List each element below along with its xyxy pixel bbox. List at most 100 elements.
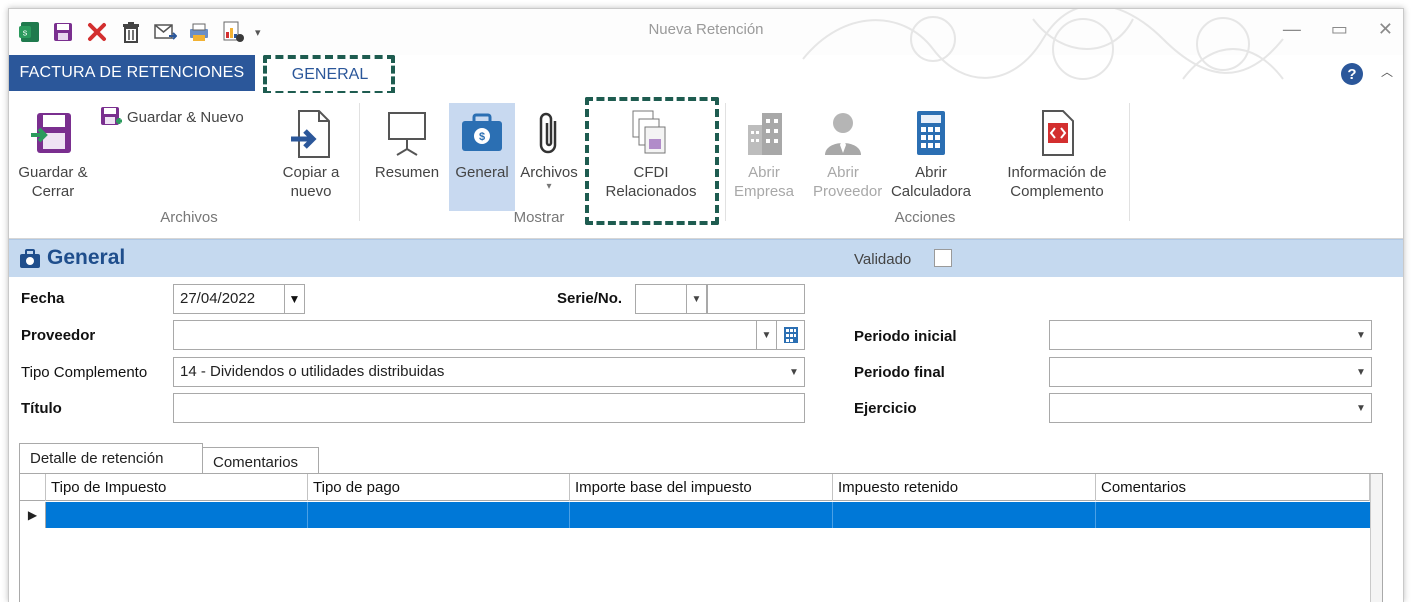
abrir-empresa-label: Abrir Empresa xyxy=(733,164,795,200)
general-section-header: General Validado xyxy=(9,239,1403,277)
fecha-value: 27/04/2022 xyxy=(180,290,256,307)
row-pointer-icon[interactable]: ▶ xyxy=(20,502,46,528)
column-tipo-pago[interactable]: Tipo de pago xyxy=(308,474,570,501)
serie-select[interactable]: ▼ xyxy=(635,284,707,314)
tipo-complemento-label: Tipo Complemento xyxy=(21,364,148,381)
group-label-acciones: Acciones xyxy=(894,209,956,226)
tab-detalle-retencion[interactable]: Detalle de retención xyxy=(19,443,203,474)
proveedor-directory-icon[interactable] xyxy=(776,321,804,349)
guardar-cerrar-button[interactable]: Guardar & Cerrar xyxy=(15,109,91,201)
copiar-nuevo-label: Copiar a nuevo xyxy=(282,164,340,200)
minimize-button[interactable]: — xyxy=(1283,19,1301,40)
abrir-proveedor-label: Abrir Proveedor xyxy=(813,164,883,200)
fecha-dropdown-icon[interactable]: ▼ xyxy=(284,285,304,313)
archivos-view-button[interactable]: Archivos ▾ xyxy=(517,109,581,192)
save-new-icon xyxy=(101,107,122,125)
periodo-final-label: Periodo final xyxy=(854,364,945,381)
window-title: Nueva Retención xyxy=(648,21,764,38)
proveedor-dropdown-icon[interactable]: ▼ xyxy=(756,321,776,349)
section-title: General xyxy=(47,246,126,269)
svg-text:$: $ xyxy=(479,131,485,143)
abrir-empresa-button[interactable]: Abrir Empresa xyxy=(729,109,799,201)
column-comentarios[interactable]: Comentarios xyxy=(1096,474,1370,501)
grid-cell[interactable] xyxy=(570,502,833,528)
grid-header: Tipo de Impuesto Tipo de pago Importe ba… xyxy=(20,474,1370,501)
general-view-button[interactable]: $ General xyxy=(449,103,515,211)
cfdi-relacionados-button[interactable]: CFDI Relacionados xyxy=(593,109,709,201)
guardar-cerrar-label: Guardar & Cerrar xyxy=(18,164,88,200)
presentation-icon xyxy=(388,112,426,156)
informacion-complemento-label: Información de Complemento xyxy=(1007,164,1107,200)
column-tipo-impuesto[interactable]: Tipo de Impuesto xyxy=(46,474,308,501)
ejercicio-dropdown-icon[interactable]: ▼ xyxy=(1351,394,1371,422)
window-controls: — ▭ ✕ xyxy=(1283,19,1393,40)
grid-cell[interactable] xyxy=(308,502,570,528)
fecha-date-picker[interactable]: 27/04/2022 ▼ xyxy=(173,284,305,314)
periodo-final-dropdown-icon[interactable]: ▼ xyxy=(1351,358,1371,386)
column-importe-base[interactable]: Importe base del impuesto xyxy=(570,474,833,501)
maximize-button[interactable]: ▭ xyxy=(1331,19,1348,40)
close-button[interactable]: ✕ xyxy=(1378,19,1393,40)
retencion-window: s ▾ Nueva Retención — ▭ ✕ FACTURA DE RET… xyxy=(8,8,1404,602)
stacked-documents-icon xyxy=(632,110,666,154)
tab-general[interactable]: GENERAL xyxy=(271,59,389,91)
resumen-label: Resumen xyxy=(374,164,440,181)
proveedor-label: Proveedor xyxy=(21,327,96,344)
proveedor-select[interactable]: ▼ xyxy=(173,320,805,350)
archivos-dropdown-icon[interactable]: ▾ xyxy=(517,182,581,192)
grid-vertical-scrollbar[interactable] xyxy=(1370,474,1382,602)
grid-cell[interactable] xyxy=(1096,502,1370,528)
ribbon-panel: Guardar & Cerrar Guardar & Nuevo Copiar … xyxy=(9,93,1403,239)
tipo-complemento-dropdown-icon[interactable]: ▼ xyxy=(784,358,804,386)
help-icon[interactable]: ? xyxy=(1341,63,1363,85)
grid-header-cell xyxy=(20,474,46,501)
group-label-archivos: Archivos xyxy=(160,209,218,226)
guardar-nuevo-button[interactable]: Guardar & Nuevo xyxy=(99,105,271,129)
save-close-icon xyxy=(31,113,71,153)
group-separator xyxy=(1129,103,1130,221)
copiar-nuevo-button[interactable]: Copiar a nuevo xyxy=(271,109,351,201)
tipo-complemento-select[interactable]: 14 - Dividendos o utilidades distribuida… xyxy=(173,357,805,387)
ejercicio-label: Ejercicio xyxy=(854,400,917,417)
grid-cell[interactable] xyxy=(833,502,1096,528)
cfdi-relacionados-label: CFDI Relacionados xyxy=(605,164,697,200)
fecha-label: Fecha xyxy=(21,290,65,307)
title-bar: s ▾ Nueva Retención — ▭ ✕ xyxy=(9,9,1403,80)
periodo-inicial-label: Periodo inicial xyxy=(854,328,957,345)
periodo-inicial-select[interactable]: ▼ xyxy=(1049,320,1372,350)
abrir-calculadora-label: Abrir Calculadora xyxy=(890,164,972,200)
serie-dropdown-icon[interactable]: ▼ xyxy=(686,285,706,313)
validado-label: Validado xyxy=(854,251,912,268)
tab-factura-retenciones[interactable]: FACTURA DE RETENCIONES xyxy=(9,55,255,91)
retencion-detail-grid: Tipo de Impuesto Tipo de pago Importe ba… xyxy=(19,473,1383,602)
abrir-proveedor-button[interactable]: Abrir Proveedor xyxy=(801,109,885,201)
archivos-view-label: Archivos xyxy=(520,164,578,181)
periodo-final-select[interactable]: ▼ xyxy=(1049,357,1372,387)
serie-label: Serie/No. xyxy=(557,290,623,307)
group-separator xyxy=(725,103,726,221)
ejercicio-select[interactable]: ▼ xyxy=(1049,393,1372,423)
abrir-calculadora-button[interactable]: Abrir Calculadora xyxy=(887,109,975,201)
copy-document-icon xyxy=(291,110,330,158)
briefcase-icon xyxy=(20,249,40,268)
numero-input[interactable] xyxy=(707,284,805,314)
resumen-button[interactable]: Resumen xyxy=(367,109,447,182)
validado-checkbox[interactable] xyxy=(934,249,952,267)
grid-cell[interactable] xyxy=(46,502,308,528)
collapse-ribbon-icon[interactable]: ︿ xyxy=(1381,63,1393,80)
building-icon xyxy=(748,113,782,155)
person-icon xyxy=(825,113,861,155)
paperclip-icon xyxy=(539,112,557,154)
group-label-mostrar: Mostrar xyxy=(513,209,565,226)
informacion-complemento-button[interactable]: Información de Complemento xyxy=(987,109,1127,201)
table-row[interactable] xyxy=(46,502,1370,528)
tipo-complemento-value: 14 - Dividendos o utilidades distribuida… xyxy=(180,363,445,380)
column-impuesto-retenido[interactable]: Impuesto retenido xyxy=(833,474,1096,501)
titulo-input[interactable] xyxy=(173,393,805,423)
titulo-label: Título xyxy=(21,400,62,417)
briefcase-money-icon: $ xyxy=(462,113,502,151)
periodo-inicial-dropdown-icon[interactable]: ▼ xyxy=(1351,321,1371,349)
calculator-icon xyxy=(917,111,945,155)
group-separator xyxy=(359,103,360,221)
code-document-icon xyxy=(1042,110,1074,156)
